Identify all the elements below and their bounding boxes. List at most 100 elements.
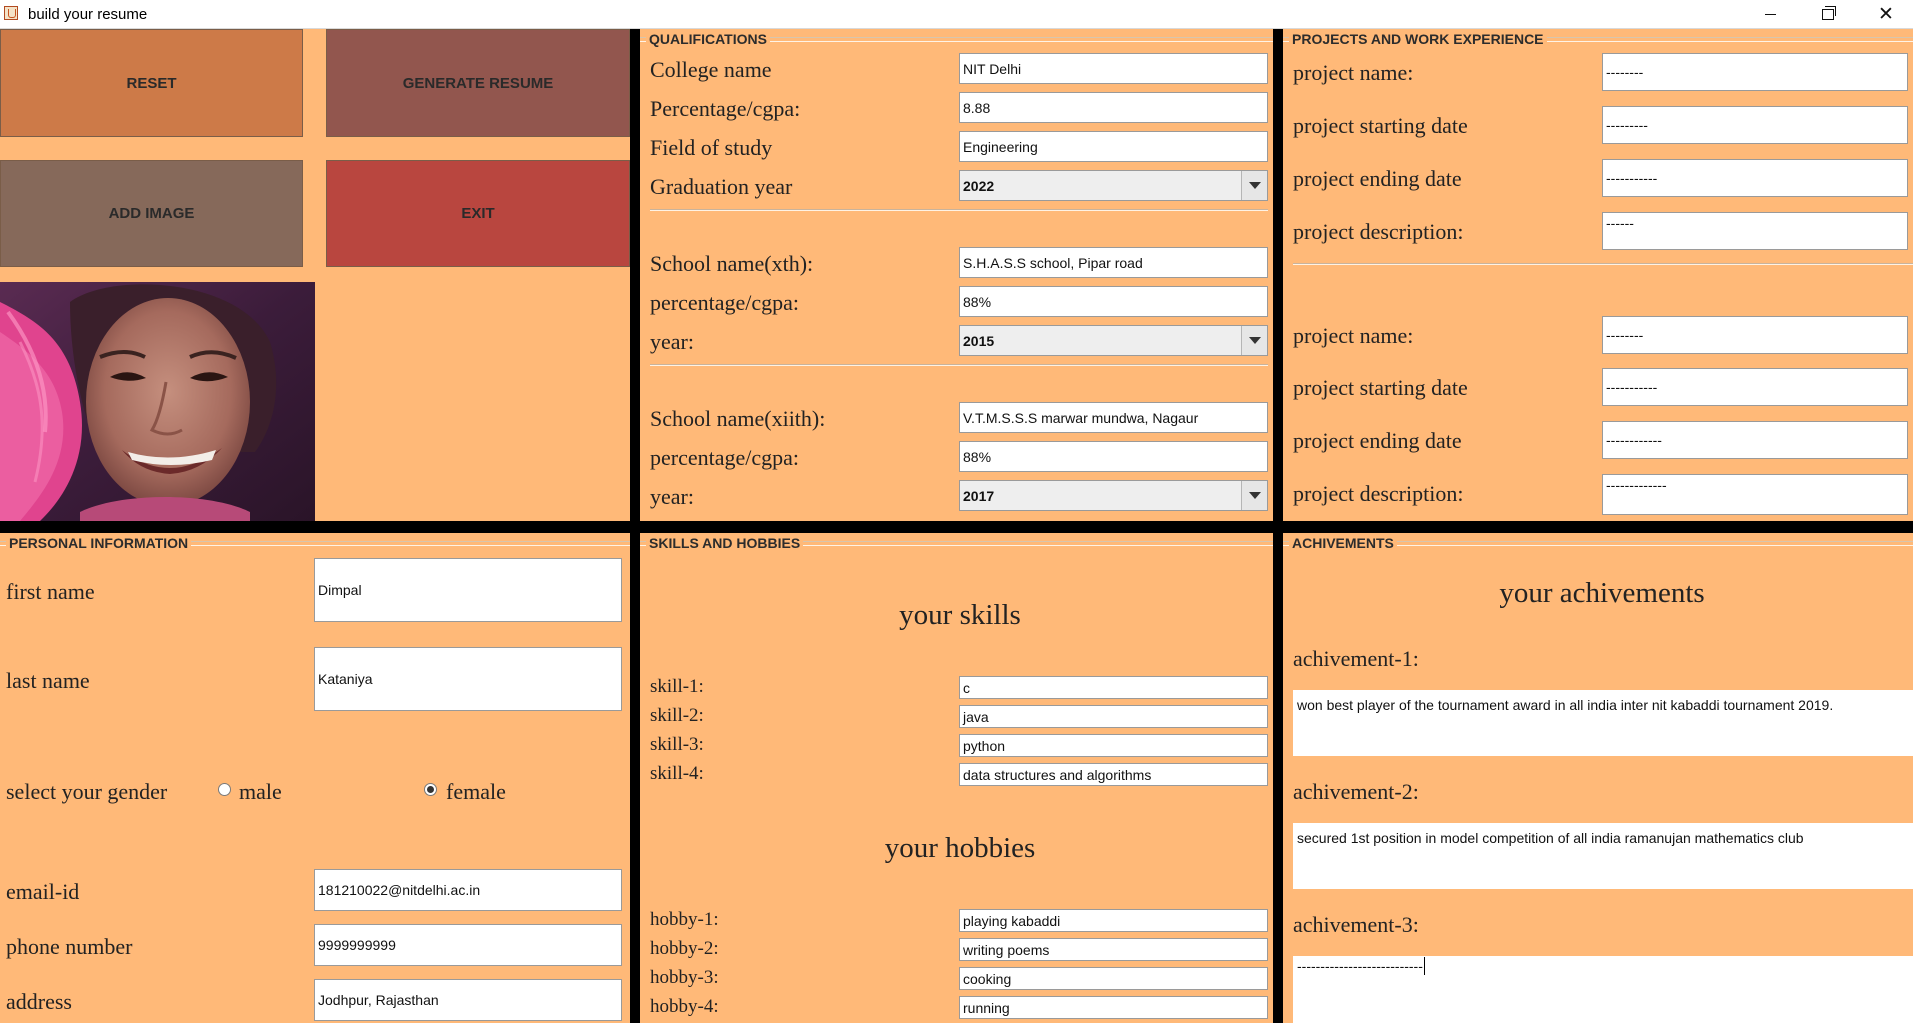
percentage-10th-label: percentage/cgpa: bbox=[650, 290, 800, 315]
male-label[interactable]: male bbox=[239, 779, 282, 805]
project-1-end-label: project ending date bbox=[1293, 166, 1462, 191]
title-bar: build your resume ✕ bbox=[0, 0, 1913, 29]
chevron-down-icon[interactable] bbox=[1241, 171, 1267, 200]
skills-heading: your skills bbox=[899, 599, 1021, 631]
personal-info-header: PERSONAL INFORMATION bbox=[0, 535, 630, 551]
achievement-1-label: achivement-1: bbox=[1293, 646, 1419, 671]
personal-info-title: PERSONAL INFORMATION bbox=[9, 535, 189, 551]
college-name-input[interactable]: NIT Delhi bbox=[959, 53, 1268, 84]
skill-4-input[interactable]: data structures and algorithms bbox=[959, 763, 1268, 786]
gender-label: select your gender bbox=[6, 779, 168, 804]
school-10th-label: School name(xth): bbox=[650, 251, 814, 276]
project-1-name-label: project name: bbox=[1293, 60, 1414, 85]
project-2-description-input[interactable]: ------------- bbox=[1602, 474, 1908, 515]
actions-panel: RESET GENERATE RESUME ADD IMAGE EXIT bbox=[0, 29, 630, 521]
school-12th-input[interactable]: V.T.M.S.S.S marwar mundwa, Nagaur bbox=[959, 402, 1268, 433]
hobby-1-input[interactable]: playing kabaddi bbox=[959, 909, 1268, 932]
close-button[interactable]: ✕ bbox=[1857, 0, 1913, 28]
close-icon: ✕ bbox=[1878, 3, 1894, 25]
female-radio[interactable] bbox=[424, 783, 437, 796]
phone-label: phone number bbox=[6, 934, 133, 959]
skill-2-label: skill-2: bbox=[650, 705, 704, 726]
project-2-name-input[interactable]: -------- bbox=[1602, 316, 1908, 354]
skill-2-input[interactable]: java bbox=[959, 705, 1268, 728]
chevron-down-icon[interactable] bbox=[1241, 326, 1267, 355]
hobby-4-label: hobby-4: bbox=[650, 996, 719, 1017]
project-1-start-input[interactable]: --------- bbox=[1602, 106, 1908, 144]
graduation-year-select[interactable]: 2022 bbox=[959, 170, 1268, 201]
graduation-year-value: 2022 bbox=[963, 177, 995, 194]
hobby-4-input[interactable]: running bbox=[959, 996, 1268, 1019]
skills-panel: SKILLS AND HOBBIES your skills skill-1: … bbox=[640, 533, 1273, 1023]
hobby-2-input[interactable]: writing poems bbox=[959, 938, 1268, 961]
text-cursor bbox=[1423, 957, 1425, 975]
achievements-heading: your achivements bbox=[1499, 577, 1705, 609]
profile-photo bbox=[0, 282, 315, 521]
skill-1-input[interactable]: c bbox=[959, 676, 1268, 699]
address-label: address bbox=[6, 989, 72, 1014]
project-2-description-label: project description: bbox=[1293, 481, 1464, 506]
qualifications-panel: QUALIFICATIONS College name NIT Delhi Pe… bbox=[640, 29, 1273, 521]
email-input[interactable]: 181210022@nitdelhi.ac.in bbox=[314, 869, 622, 911]
skill-3-input[interactable]: python bbox=[959, 734, 1268, 757]
address-input[interactable]: Jodhpur, Rajasthan bbox=[314, 979, 622, 1021]
skill-3-label: skill-3: bbox=[650, 734, 704, 755]
hobby-3-input[interactable]: cooking bbox=[959, 967, 1268, 990]
graduation-percentage-input[interactable]: 8.88 bbox=[959, 92, 1268, 123]
year-12th-value: 2017 bbox=[963, 487, 995, 504]
last-name-input[interactable]: Kataniya bbox=[314, 647, 622, 711]
school-12th-label: School name(xiith): bbox=[650, 406, 826, 431]
project-1-description-input[interactable]: ------ bbox=[1602, 212, 1908, 250]
project-2-name-label: project name: bbox=[1293, 323, 1414, 348]
percentage-10th-input[interactable]: 88% bbox=[959, 286, 1268, 317]
skills-header: SKILLS AND HOBBIES bbox=[640, 535, 1273, 551]
field-of-study-label: Field of study bbox=[650, 135, 773, 160]
field-of-study-input[interactable]: Engineering bbox=[959, 131, 1268, 162]
project-1-end-input[interactable]: ----------- bbox=[1602, 159, 1908, 197]
project-2-start-input[interactable]: ----------- bbox=[1602, 368, 1908, 406]
percentage-12th-input[interactable]: 88% bbox=[959, 441, 1268, 472]
personal-info-panel: PERSONAL INFORMATION first name Dimpal l… bbox=[0, 533, 630, 1023]
project-2-end-label: project ending date bbox=[1293, 428, 1462, 453]
projects-panel: PROJECTS AND WORK EXPERIENCE project nam… bbox=[1283, 29, 1913, 521]
year-12th-select[interactable]: 2017 bbox=[959, 480, 1268, 511]
maximize-button[interactable] bbox=[1799, 0, 1857, 28]
achievement-1-input[interactable]: won best player of the tournament award … bbox=[1293, 690, 1913, 756]
achievement-3-input[interactable]: --------------------------- bbox=[1293, 956, 1913, 1023]
achievement-3-text: --------------------------- bbox=[1297, 958, 1423, 974]
year-10th-select[interactable]: 2015 bbox=[959, 325, 1268, 356]
achievements-title: ACHIVEMENTS bbox=[1292, 535, 1394, 551]
exit-button[interactable]: EXIT bbox=[326, 160, 630, 267]
achievement-2-input[interactable]: secured 1st position in model competitio… bbox=[1293, 823, 1913, 889]
phone-input[interactable]: 9999999999 bbox=[314, 924, 622, 966]
reset-button[interactable]: RESET bbox=[0, 29, 303, 137]
hobby-3-label: hobby-3: bbox=[650, 967, 719, 988]
college-name-label: College name bbox=[650, 57, 772, 82]
graduation-percentage-label: Percentage/cgpa: bbox=[650, 96, 801, 121]
project-1-name-input[interactable]: -------- bbox=[1602, 53, 1908, 91]
project-2-end-input[interactable]: ------------ bbox=[1602, 421, 1908, 459]
skills-title: SKILLS AND HOBBIES bbox=[649, 535, 801, 551]
achievement-3-label: achivement-3: bbox=[1293, 912, 1419, 937]
achievements-panel: ACHIVEMENTS your achivements achivement-… bbox=[1283, 533, 1913, 1023]
generate-resume-button[interactable]: GENERATE RESUME bbox=[326, 29, 630, 137]
minimize-button[interactable] bbox=[1741, 0, 1799, 28]
achievement-2-label: achivement-2: bbox=[1293, 779, 1419, 804]
first-name-input[interactable]: Dimpal bbox=[314, 558, 622, 622]
separator bbox=[1293, 263, 1913, 265]
first-name-label: first name bbox=[6, 579, 95, 604]
year-12th-label: year: bbox=[650, 484, 694, 509]
male-radio[interactable] bbox=[218, 783, 231, 796]
projects-header: PROJECTS AND WORK EXPERIENCE bbox=[1283, 31, 1913, 47]
achievements-header: ACHIVEMENTS bbox=[1283, 535, 1913, 551]
last-name-label: last name bbox=[6, 668, 90, 693]
window-title: build your resume bbox=[28, 6, 148, 23]
female-label[interactable]: female bbox=[446, 779, 506, 805]
qualifications-header: QUALIFICATIONS bbox=[640, 31, 1273, 47]
skill-4-label: skill-4: bbox=[650, 763, 704, 784]
java-app-icon bbox=[4, 6, 18, 20]
school-10th-input[interactable]: S.H.A.S.S school, Pipar road bbox=[959, 247, 1268, 278]
project-2-start-label: project starting date bbox=[1293, 375, 1468, 400]
add-image-button[interactable]: ADD IMAGE bbox=[0, 160, 303, 267]
chevron-down-icon[interactable] bbox=[1241, 481, 1267, 510]
